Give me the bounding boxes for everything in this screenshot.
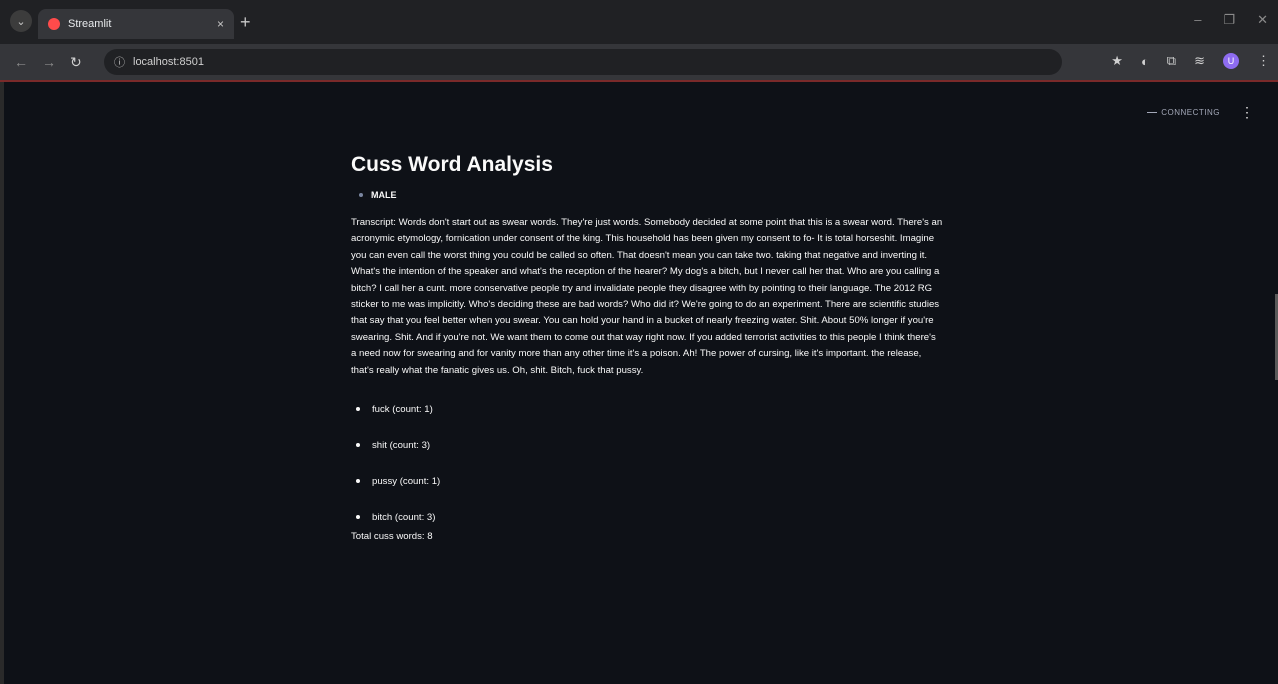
app-menu-icon[interactable]: ⋮ xyxy=(1240,104,1254,121)
close-window-icon[interactable]: ✕ xyxy=(1257,12,1268,28)
list-item: bitch (count: 3) xyxy=(351,499,943,535)
toolbar-actions: ★ ◐ ⧉ ≋ U ⋮ xyxy=(1111,53,1270,69)
translate-icon[interactable]: ≋ xyxy=(1194,53,1205,69)
cuss-word-count: pussy (count: 1) xyxy=(372,475,441,487)
bullet-icon xyxy=(356,515,360,520)
app-viewport: CONNECTING ⋮ Cuss Word Analysis MALE Tra… xyxy=(0,82,1278,684)
gender-bullet-icon xyxy=(359,193,363,197)
address-bar[interactable]: ⓘ localhost:8501 xyxy=(104,49,1062,75)
browser-menu-icon[interactable]: ⋮ xyxy=(1257,53,1270,69)
list-item: pussy (count: 1) xyxy=(351,463,943,499)
gender-text: MALE xyxy=(371,190,397,200)
bullet-icon xyxy=(356,479,360,484)
connection-status: CONNECTING xyxy=(1147,108,1220,117)
total-cuss-words: Total cuss words: 8 xyxy=(351,531,433,543)
reload-icon[interactable]: ↻ xyxy=(70,54,82,70)
transcript-text: Transcript: Words don't start out as swe… xyxy=(351,217,943,376)
new-tab-icon[interactable]: + xyxy=(240,13,251,31)
extension-icon[interactable]: ◐ xyxy=(1141,54,1149,69)
browser-toolbar: ← → ↻ ⓘ localhost:8501 ★ ◐ ⧉ ≋ U ⋮ xyxy=(0,44,1278,82)
status-dash-icon xyxy=(1147,112,1158,113)
gender-label: MALE xyxy=(351,190,943,200)
streamlit-favicon-icon xyxy=(48,18,60,30)
window-controls: – ❐ ✕ xyxy=(1194,12,1268,28)
tab-strip: ⌄ Streamlit × + – ❐ ✕ xyxy=(0,0,1278,44)
profile-avatar[interactable]: U xyxy=(1223,53,1239,69)
site-info-icon[interactable]: ⓘ xyxy=(114,54,125,70)
bullet-icon xyxy=(356,443,360,448)
cuss-word-count: fuck (count: 1) xyxy=(372,403,433,415)
cuss-word-count: shit (count: 3) xyxy=(372,439,431,451)
back-icon[interactable]: ← xyxy=(14,54,28,70)
list-item: shit (count: 3) xyxy=(351,427,943,463)
bookmark-star-icon[interactable]: ★ xyxy=(1111,53,1123,69)
forward-icon[interactable]: → xyxy=(42,54,56,70)
status-text: CONNECTING xyxy=(1161,108,1220,117)
url-text[interactable]: localhost:8501 xyxy=(133,56,204,68)
bullet-icon xyxy=(356,407,360,412)
extensions-puzzle-icon[interactable]: ⧉ xyxy=(1167,53,1176,69)
tab-close-icon[interactable]: × xyxy=(217,17,224,31)
minimize-icon[interactable]: – xyxy=(1194,12,1201,28)
cuss-word-list: fuck (count: 1) shit (count: 3) pussy (c… xyxy=(351,391,943,535)
restore-icon[interactable]: ❐ xyxy=(1223,12,1235,28)
browser-tab[interactable]: Streamlit × xyxy=(38,9,234,39)
list-item: fuck (count: 1) xyxy=(351,391,943,427)
page-title: Cuss Word Analysis xyxy=(351,153,553,176)
tab-search-icon[interactable]: ⌄ xyxy=(10,10,32,32)
main-content: Cuss Word Analysis MALE Transcript: Word… xyxy=(351,152,943,542)
cuss-word-count: bitch (count: 3) xyxy=(372,511,436,523)
tab-title: Streamlit xyxy=(68,18,112,30)
